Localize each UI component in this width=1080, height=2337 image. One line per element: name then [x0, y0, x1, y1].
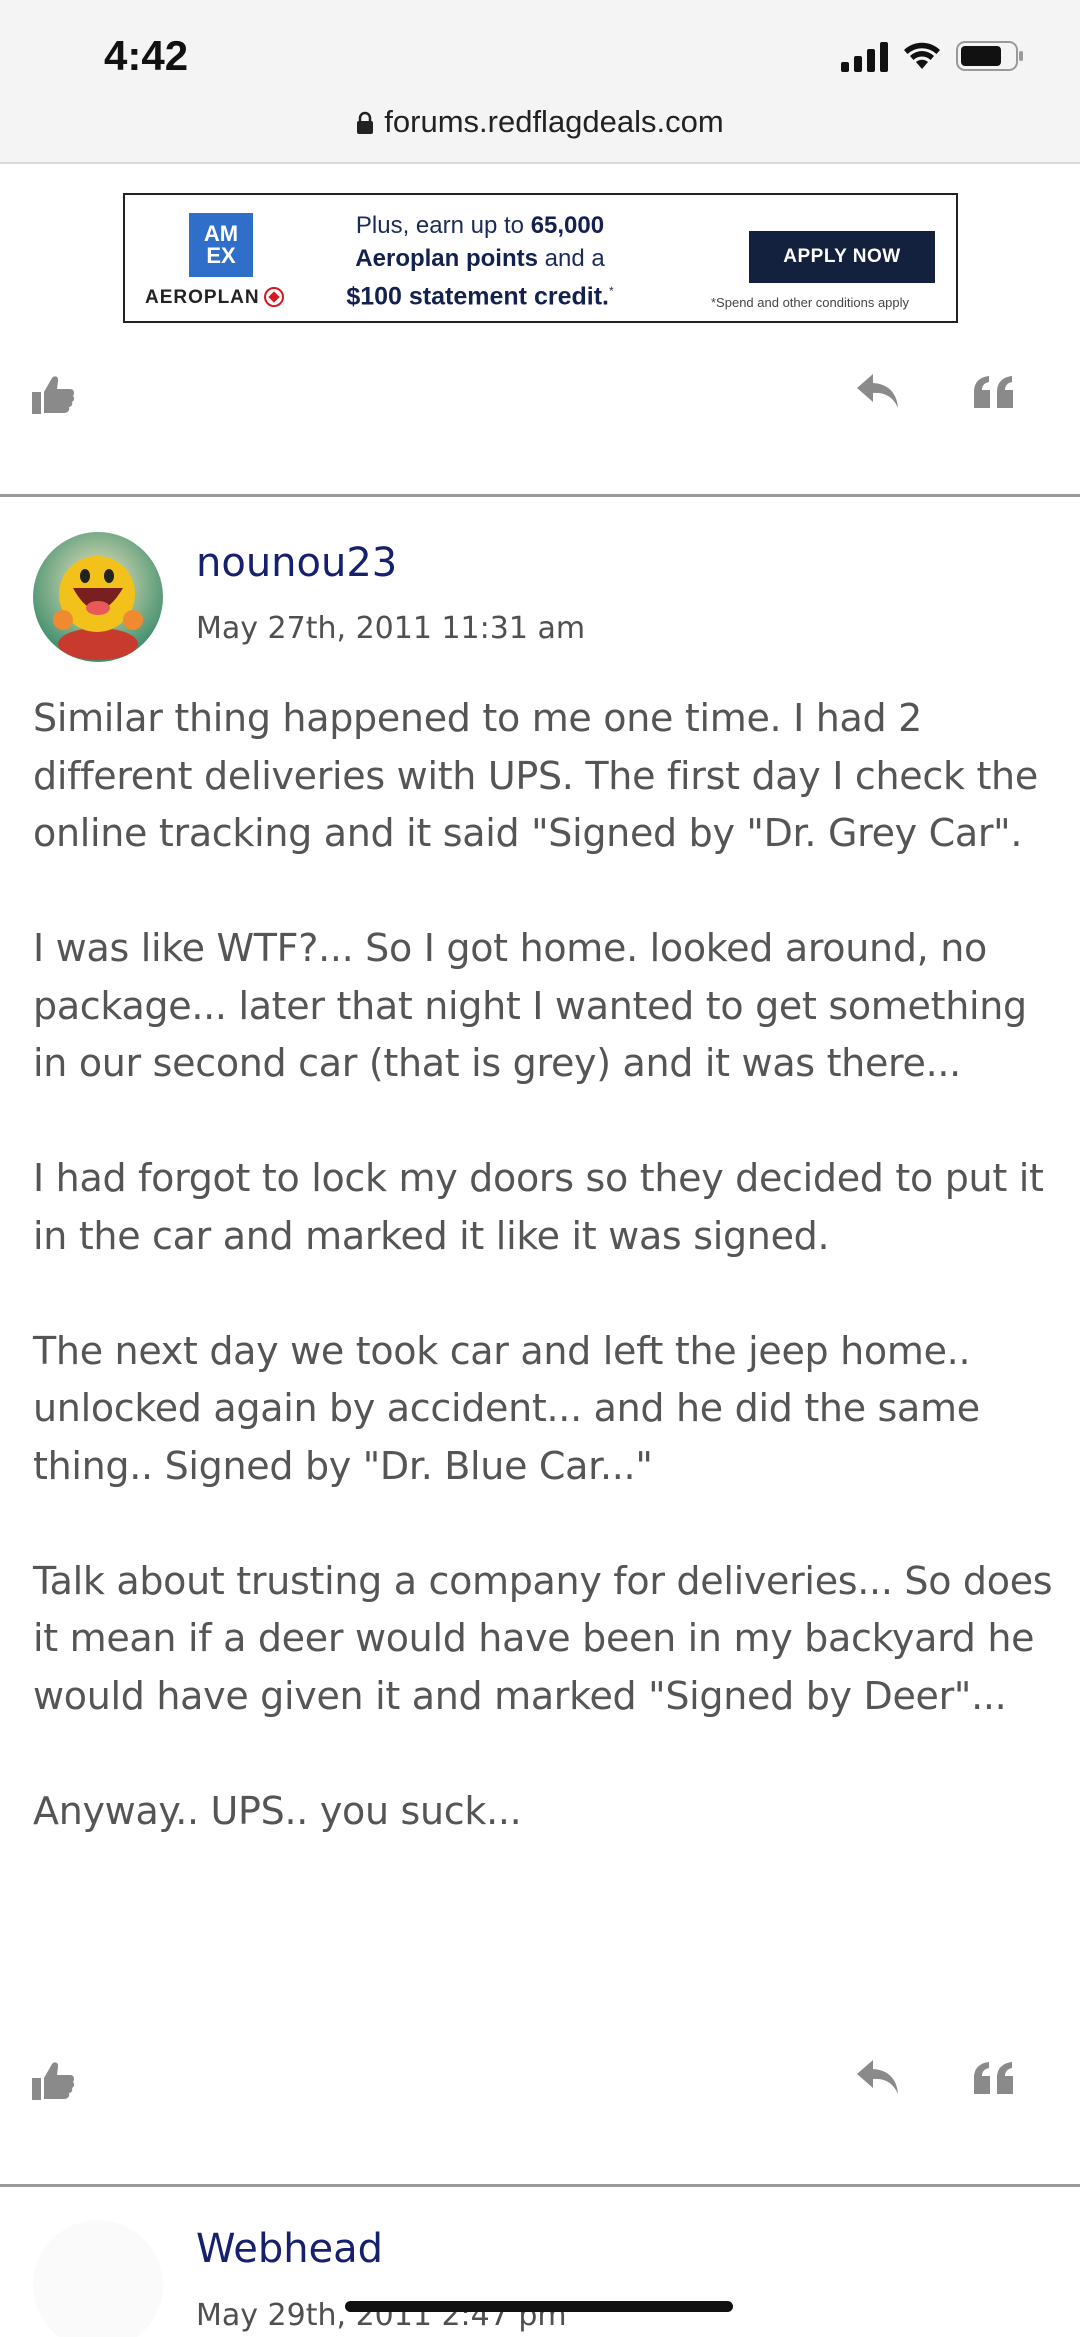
post-actions	[0, 362, 1080, 442]
wifi-icon	[902, 41, 942, 71]
ad-line2-bold: Aeroplan points	[355, 245, 538, 272]
amex-logo: AM EX	[189, 213, 253, 277]
lock-icon	[356, 107, 374, 143]
status-time: 4:42	[104, 32, 189, 79]
post-paragraph: Talk about trusting a company for delive…	[33, 1558, 1053, 1718]
reply-arrow-icon[interactable]	[855, 2058, 901, 2102]
post-divider	[0, 2184, 1080, 2187]
home-indicator[interactable]	[345, 2301, 733, 2312]
status-icons	[841, 40, 1024, 72]
aeroplan-text: AEROPLAN	[145, 287, 260, 308]
thumbs-up-icon[interactable]	[30, 372, 76, 422]
browser-chrome: 4:42 forums.redflagdeals.com	[0, 0, 1080, 164]
post-paragraph: I had forgot to lock my doors so they de…	[33, 1156, 1044, 1258]
post-paragraph: I was like WTF?... So I got home. looked…	[33, 926, 1027, 1085]
ad-line2-post: and a	[537, 245, 605, 272]
reply-arrow-icon[interactable]	[855, 372, 901, 416]
ad-copy: Plus, earn up to 65,000 Aeroplan points …	[335, 209, 625, 313]
post-date: May 27th, 2011 11:31 am	[196, 611, 586, 646]
post-username[interactable]: Webhead	[196, 2226, 383, 2272]
post-divider	[0, 494, 1080, 497]
ad-line1-pre: Plus, earn up to	[355, 212, 531, 239]
ad-line3-sup: *	[608, 284, 614, 298]
aeroplan-logo: AEROPLAN	[145, 287, 284, 309]
ad-line3-bold: $100 statement credit.	[346, 282, 609, 311]
thumbs-up-icon[interactable]	[30, 2058, 76, 2108]
post-body: Similar thing happened to me one time. I…	[33, 690, 1053, 1898]
quote-icon[interactable]	[972, 2060, 1016, 2100]
cellular-signal-icon	[841, 40, 888, 72]
post-paragraph: Similar thing happened to me one time. I…	[33, 696, 1038, 855]
post-paragraph: The next day we took car and left the je…	[33, 1328, 980, 1488]
quote-icon[interactable]	[972, 374, 1016, 414]
maple-leaf-icon	[263, 287, 284, 307]
post-username[interactable]: nounou23	[196, 540, 397, 586]
post-paragraph: Anyway.. UPS.. you suck...	[33, 1788, 522, 1833]
amex-logo-top: AM	[203, 221, 239, 246]
post-actions	[0, 2048, 1080, 2128]
battery-icon	[956, 40, 1024, 72]
apply-now-button[interactable]: APPLY NOW	[749, 231, 935, 283]
ad-fine-print: *Spend and other conditions apply	[711, 295, 910, 310]
address-bar[interactable]: forums.redflagdeals.com	[0, 104, 1080, 143]
url-text: forums.redflagdeals.com	[384, 104, 724, 139]
avatar[interactable]	[33, 532, 163, 662]
amex-logo-bottom: EX	[206, 243, 236, 268]
avatar[interactable]	[33, 2220, 163, 2337]
ad-banner[interactable]: AM EX AEROPLAN Plus, earn up to 65,000 A…	[123, 193, 958, 323]
ad-line1-bold: 65,000	[530, 212, 605, 239]
